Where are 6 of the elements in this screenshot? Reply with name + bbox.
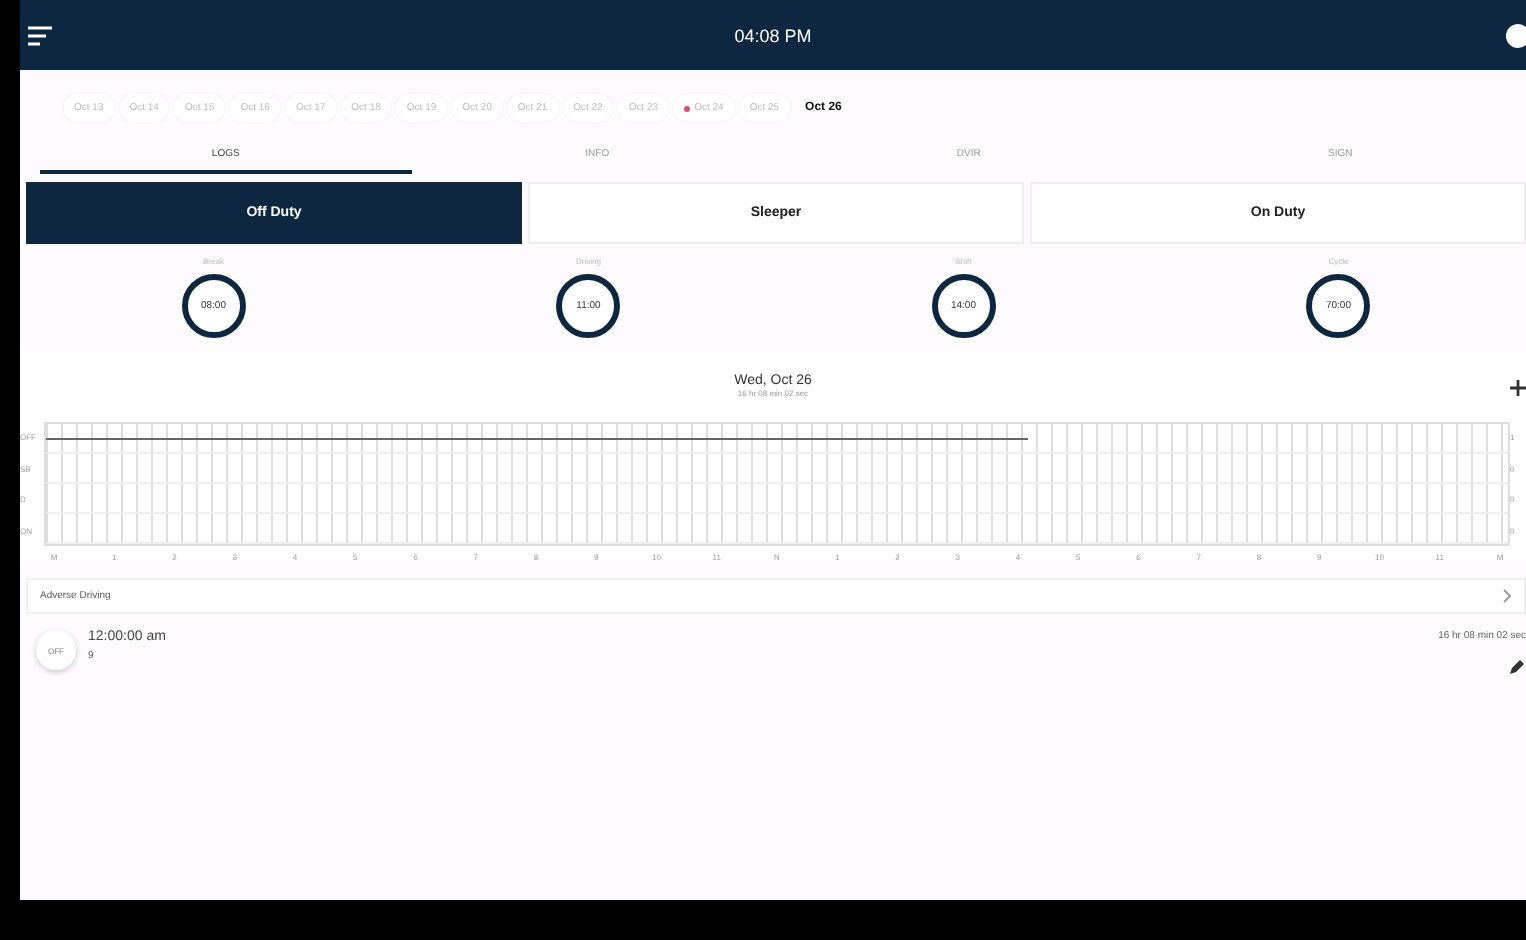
- pencil-icon[interactable]: [1510, 658, 1526, 674]
- half-circle-icon[interactable]: [1506, 23, 1526, 47]
- add-icon[interactable]: [1510, 380, 1526, 396]
- chevron-right-icon: [1502, 588, 1512, 604]
- menu-icon[interactable]: [28, 25, 52, 45]
- clock-time: 04:08 PM: [732, 25, 814, 45]
